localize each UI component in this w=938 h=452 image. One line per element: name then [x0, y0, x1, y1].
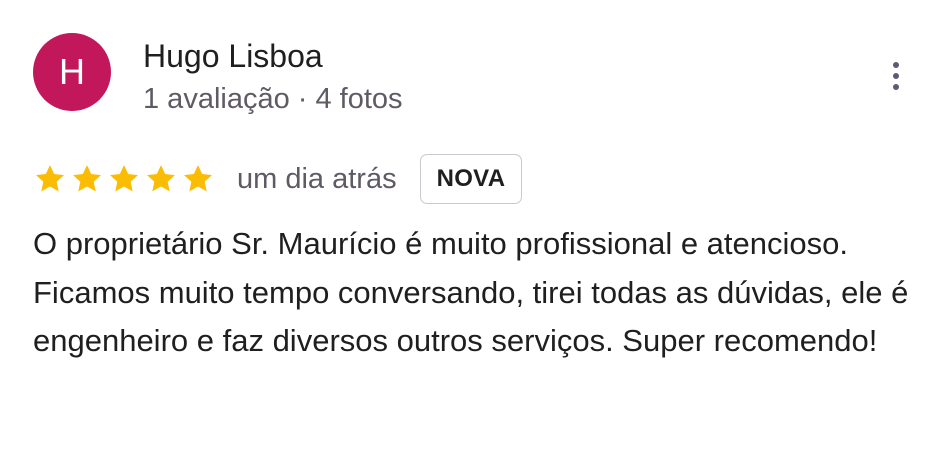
star-icon	[36, 165, 64, 192]
more-vert-icon	[893, 62, 899, 68]
star-rating	[33, 162, 215, 196]
star-icon	[110, 165, 138, 192]
review-text: O proprietário Sr. Maurício é muito prof…	[33, 226, 909, 358]
avatar[interactable]: H	[33, 33, 111, 111]
reviewer-meta: 1 avaliação · 4 fotos	[143, 83, 403, 115]
star-icon	[184, 165, 212, 192]
more-vert-icon-dot	[893, 73, 899, 79]
review-time: um dia atrás	[237, 163, 397, 195]
rating-row: um dia atrás NOVA	[33, 152, 523, 206]
new-badge: NOVA	[419, 154, 523, 204]
more-options-button[interactable]	[880, 56, 912, 96]
more-vert-icon-dot	[893, 84, 899, 90]
star-icon	[73, 165, 101, 192]
star-icon	[147, 165, 175, 192]
reviewer-name[interactable]: Hugo Lisboa	[143, 34, 323, 78]
